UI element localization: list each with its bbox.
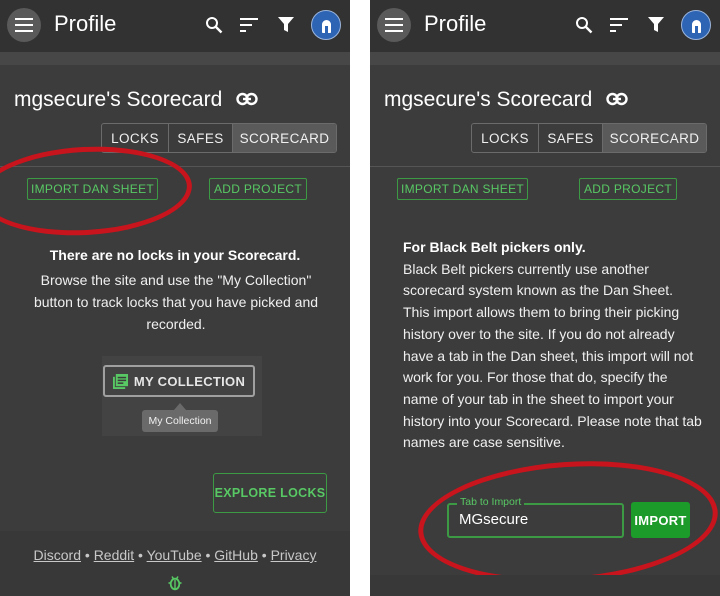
divider (370, 166, 720, 167)
my-collection-label: MY COLLECTION (133, 373, 246, 389)
my-collection-button[interactable]: MY COLLECTION (103, 365, 255, 397)
tab-safes[interactable]: SAFES (538, 124, 602, 152)
menu-icon[interactable] (7, 8, 41, 42)
menu-icon[interactable] (377, 8, 411, 42)
my-collection-tooltip: My Collection (142, 410, 218, 432)
import-heading: For Black Belt pickers only. (403, 239, 586, 255)
footer-separator: • (138, 547, 143, 563)
left-screen: Profile mgsecure's Scorecard LOCKS SAFES… (0, 0, 350, 596)
collection-icon (112, 373, 128, 389)
footer-separator: • (261, 547, 267, 563)
lock-avatar-icon[interactable] (311, 10, 341, 40)
add-project-button[interactable]: ADD PROJECT (579, 178, 677, 200)
footer-link-youtube[interactable]: YouTube (147, 547, 202, 563)
right-screen: Profile mgsecure's Scorecard LOCKS SAFES… (370, 0, 720, 596)
footer: Discord • Reddit • YouTube • GitHub • Pr… (0, 531, 350, 596)
tab-scorecard[interactable]: SCORECARD (232, 124, 336, 152)
filter-icon[interactable] (645, 14, 667, 36)
link-icon[interactable] (236, 92, 258, 106)
footer-links: Discord • Reddit • YouTube • GitHub • Pr… (0, 547, 350, 563)
page-title: mgsecure's Scorecard (384, 88, 593, 111)
add-project-button[interactable]: ADD PROJECT (209, 178, 307, 200)
app-title: Profile (424, 11, 487, 36)
tab-scorecard[interactable]: SCORECARD (602, 124, 706, 152)
footer-link-reddit[interactable]: Reddit (94, 547, 134, 563)
tab-locks[interactable]: LOCKS (472, 124, 538, 152)
footer (370, 575, 720, 596)
footer-link-privacy[interactable]: Privacy (271, 547, 317, 563)
app-bar-shadow (370, 52, 720, 65)
footer-separator: • (84, 547, 90, 563)
empty-state-title: There are no locks in your Scorecard. (49, 247, 301, 263)
tooltip-arrow (174, 403, 186, 410)
profile-tabs: LOCKS SAFES SCORECARD (471, 123, 707, 153)
bug-icon[interactable] (168, 575, 182, 591)
footer-link-discord[interactable]: Discord (34, 547, 81, 563)
sort-icon[interactable] (608, 14, 630, 36)
import-dan-sheet-button[interactable]: IMPORT DAN SHEET (397, 178, 528, 200)
tab-safes[interactable]: SAFES (168, 124, 232, 152)
footer-separator: • (205, 547, 211, 563)
footer-link-github[interactable]: GitHub (214, 547, 258, 563)
empty-state-body: Browse the site and use the "My Collecti… (33, 272, 319, 332)
filter-icon[interactable] (275, 14, 297, 36)
sort-icon[interactable] (238, 14, 260, 36)
link-icon[interactable] (606, 92, 628, 106)
app-title: Profile (54, 11, 117, 36)
lock-avatar-icon[interactable] (681, 10, 711, 40)
search-icon[interactable] (203, 14, 225, 36)
app-bar-shadow (0, 52, 350, 65)
search-icon[interactable] (573, 14, 595, 36)
highlight-circle (414, 451, 720, 593)
import-body: Black Belt pickers currently use another… (403, 260, 702, 451)
profile-tabs: LOCKS SAFES SCORECARD (101, 123, 337, 153)
explore-locks-button[interactable]: EXPLORE LOCKS (213, 473, 327, 513)
highlight-circle (0, 141, 195, 241)
app-bar: Profile (0, 0, 350, 52)
app-bar: Profile (370, 0, 720, 52)
import-instructions: For Black Belt pickers only. Black Belt … (403, 237, 703, 454)
page-title: mgsecure's Scorecard (14, 88, 223, 111)
